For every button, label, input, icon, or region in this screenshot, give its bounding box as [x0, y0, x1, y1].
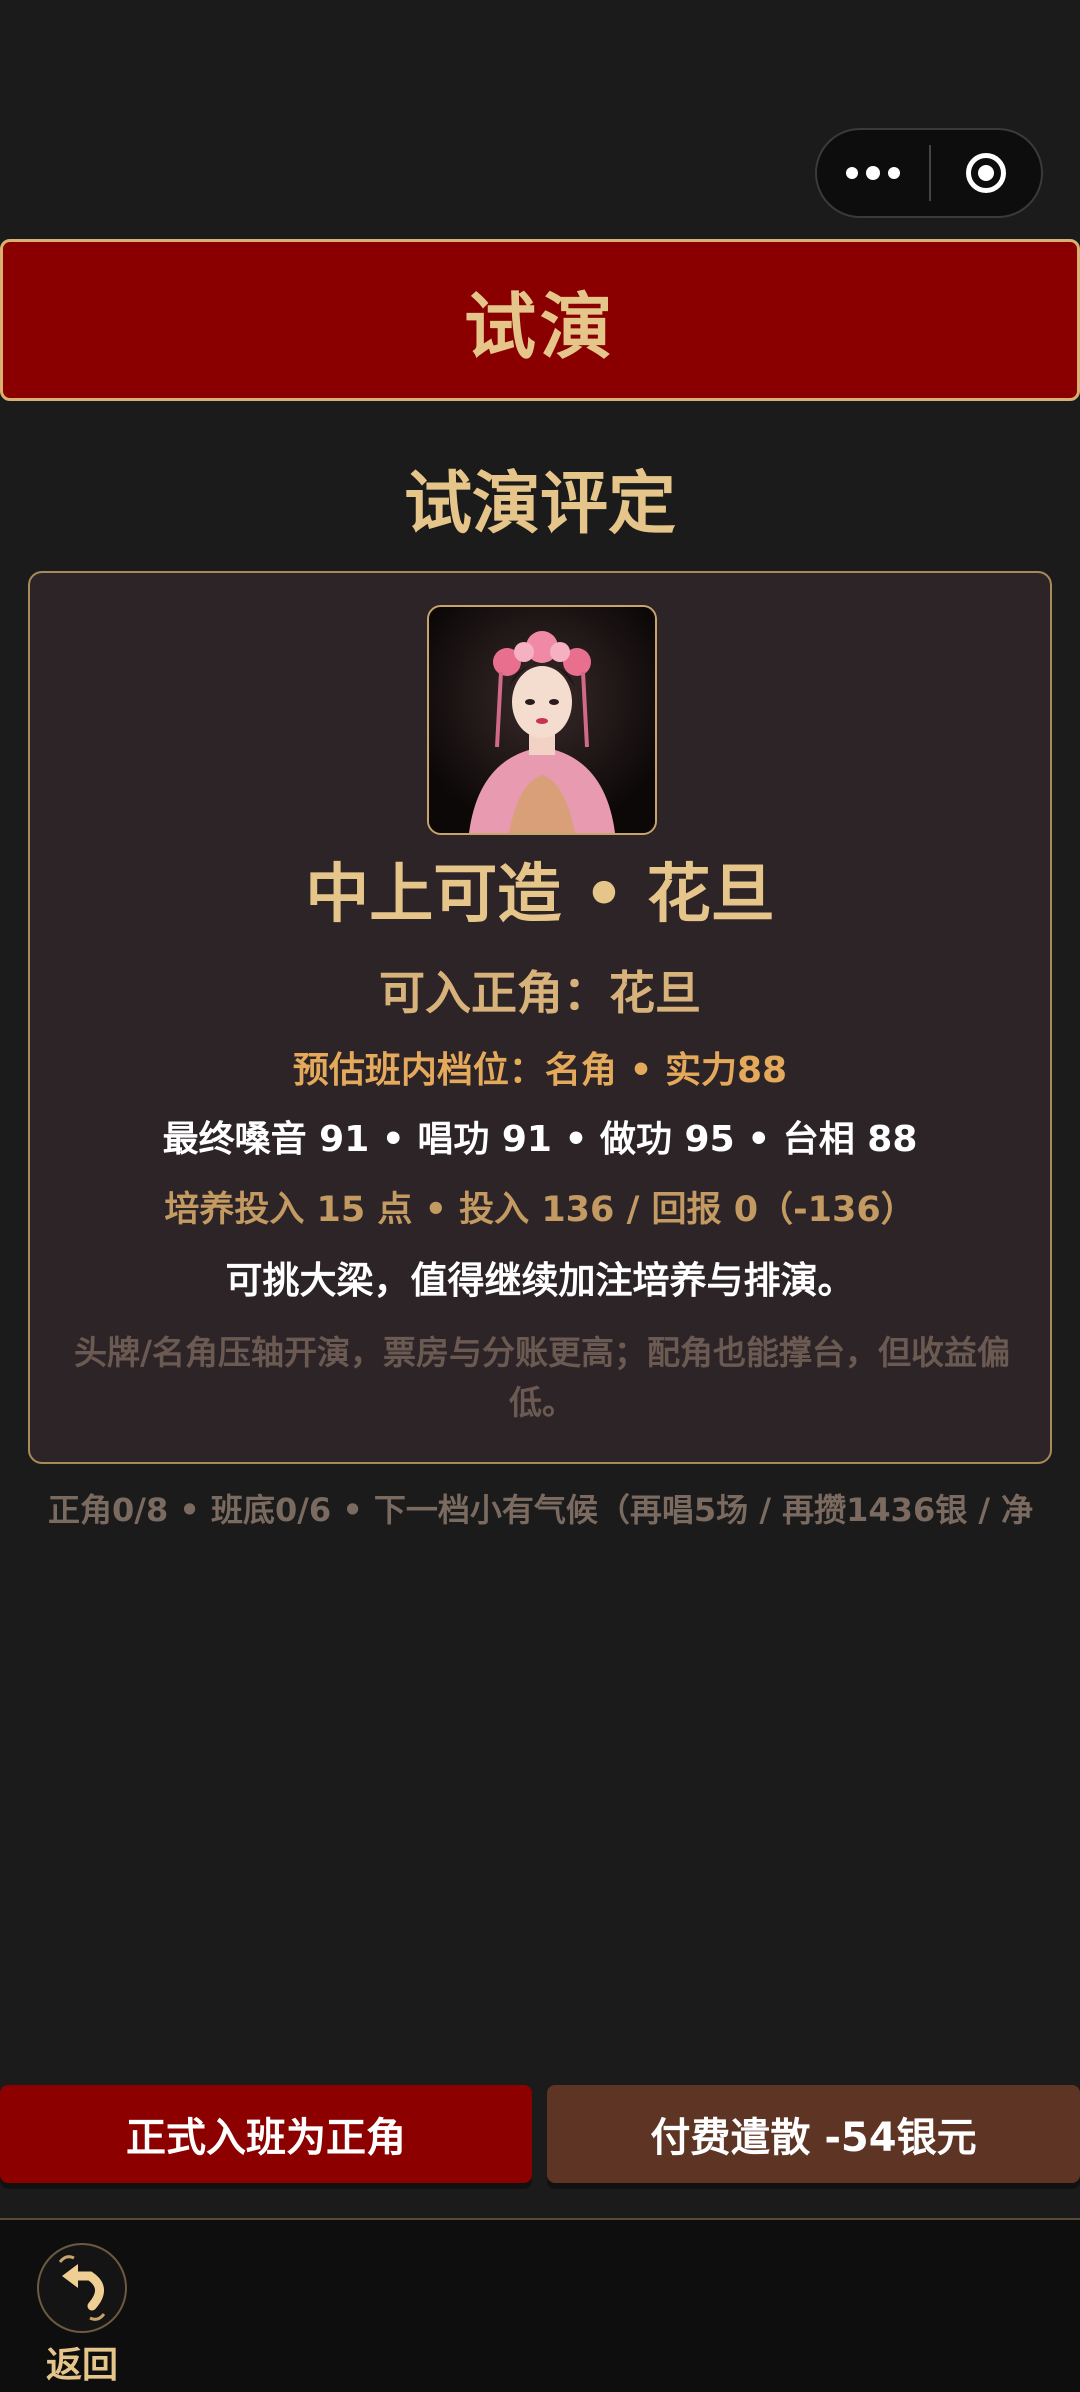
- stats-line: 最终嗓音 91 • 唱功 91 • 做功 95 • 台相 88: [162, 1119, 918, 1160]
- confirm-join-button[interactable]: 正式入班为正角: [0, 2085, 532, 2183]
- audition-result-card: 中上可造 • 花旦 可入正角：花旦 预估班内档位：名角 • 实力88 最终嗓音 …: [28, 571, 1052, 1464]
- mini-program-capsule: [815, 128, 1043, 218]
- header-banner: 试演: [0, 239, 1080, 401]
- back-label[interactable]: 返回: [30, 2342, 134, 2390]
- back-arrow-icon[interactable]: [34, 2240, 130, 2336]
- verdict-text: 可挑大梁，值得继续加注培养与排演。: [225, 1259, 855, 1302]
- page-title: 试演: [463, 284, 616, 369]
- more-dots-icon[interactable]: [817, 130, 929, 216]
- tier-estimate: 预估班内档位：名角 • 实力88: [292, 1050, 788, 1091]
- investment-line: 培养投入 15 点 • 投入 136 / 回报 0（-136）: [164, 1190, 916, 1230]
- target-icon[interactable]: [931, 130, 1041, 216]
- bottom-tabbar: 返回: [0, 2218, 1080, 2392]
- section-title: 试演评定: [403, 465, 676, 544]
- opera-actress-portrait: [427, 605, 657, 835]
- grade-title: 中上可造 • 花旦: [305, 858, 775, 932]
- role-label: 可入正角：花旦: [379, 966, 701, 1020]
- description-text: 头牌/名角压轴开演，票房与分账更高；配角也能撑台，但收益偏低。: [73, 1333, 1011, 1422]
- troupe-status-line: 正角0/8 • 班底0/6 • 下一档小有气候（再唱5场 / 再攒1436银 /…: [48, 1491, 1034, 1529]
- paid-dismiss-button[interactable]: 付费遣散 -54银元: [547, 2085, 1080, 2183]
